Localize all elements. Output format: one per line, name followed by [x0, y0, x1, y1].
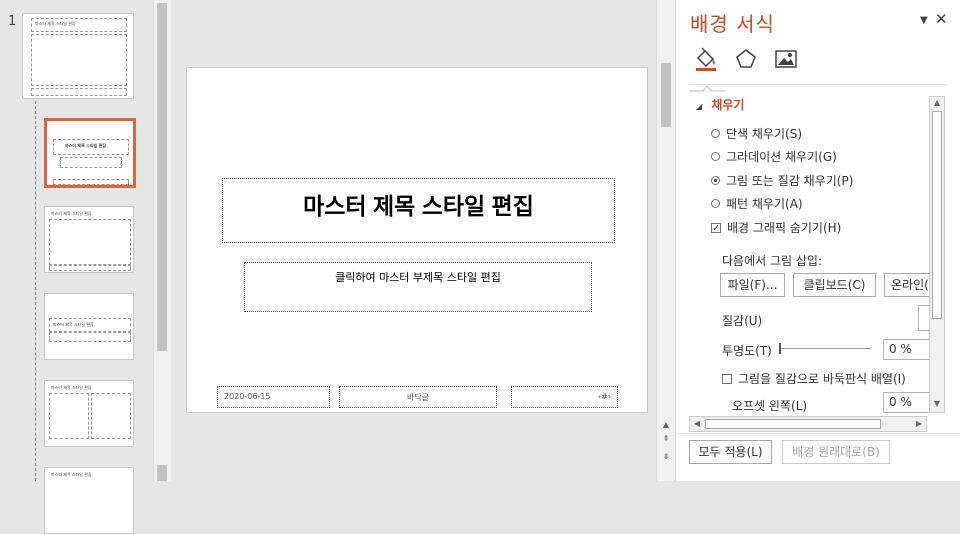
scroll-up-icon[interactable]: ▲: [659, 420, 673, 430]
panel-hscroll-thumb[interactable]: [705, 419, 881, 429]
tile-checkbox[interactable]: [722, 373, 732, 384]
content-thumb-title: 마스터 제목 스타일 편집: [51, 211, 92, 216]
master-thumbnail[interactable]: 마스터 제목 스타일 편집: [22, 13, 134, 99]
slide-title: 마스터 제목 스타일 편집: [303, 193, 534, 219]
pattern-fill-radio[interactable]: [711, 199, 720, 208]
hide-bg-graphics-checkbox[interactable]: ✓: [711, 222, 721, 233]
footer-text: 바닥글: [406, 393, 430, 402]
fill-section-header[interactable]: ◢ 채우기: [696, 96, 744, 113]
panel-scroll-down-icon[interactable]: ▼: [930, 399, 944, 409]
layout-tree-line: [35, 101, 36, 481]
thumbnail-scroll-thumb[interactable]: [157, 3, 167, 351]
tab-divider: [689, 84, 947, 85]
solid-fill-option[interactable]: 단색 채우기(S): [711, 125, 802, 142]
subtitle-placeholder[interactable]: 클릭하여 마스터 부제목 스타일 편집: [244, 262, 592, 312]
date-text: 2020-06-15: [224, 392, 271, 401]
fill-section-label: 채우기: [711, 98, 745, 112]
master-thumb-title: 마스터 제목 스타일 편집: [35, 21, 76, 26]
transparency-slider[interactable]: [779, 343, 871, 354]
collapse-triangle-icon: ◢: [696, 102, 703, 111]
panel-scroll-right-icon[interactable]: ▶: [912, 419, 926, 429]
transparency-slider-handle[interactable]: [779, 343, 781, 354]
texture-label: 질감(U): [722, 314, 763, 328]
comparison-thumb-title: 마스터 제목 스타일 편집: [51, 472, 92, 477]
picture-icon: [775, 50, 797, 68]
picture-fill-option[interactable]: 그림 또는 질감 채우기(P): [711, 172, 853, 189]
fill-tab[interactable]: [693, 46, 719, 72]
section-layout-thumbnail[interactable]: 마스터 제목 스타일 편집: [44, 293, 134, 360]
tile-label: 그림을 질감으로 바둑판식 배열(I): [738, 372, 906, 386]
solid-fill-radio[interactable]: [711, 129, 720, 138]
format-background-panel: 배경 서식 ▼ ✕ ◢ 채우기 단색 채우기(S) 그라데이션 채우기(G) 그…: [675, 0, 960, 481]
pattern-fill-option[interactable]: 패턴 채우기(A): [711, 195, 803, 212]
apply-all-button[interactable]: 모두 적용(L): [689, 440, 772, 464]
slide-number-text: ‹#›: [597, 392, 611, 401]
close-icon[interactable]: ✕: [935, 10, 948, 28]
gradient-fill-label: 그라데이션 채우기(G): [726, 150, 837, 164]
section-thumb-title: 마스터 제목 스타일 편집: [53, 322, 94, 327]
picture-fill-radio[interactable]: [711, 176, 720, 185]
reset-background-button[interactable]: 배경 원래대로(B): [782, 440, 890, 464]
next-slide-icon[interactable]: ⇟: [659, 452, 673, 462]
picture-fill-label: 그림 또는 질감 채우기(P): [726, 174, 854, 188]
footer-divider: [676, 433, 960, 434]
effects-tab[interactable]: [733, 46, 759, 72]
title-layout-thumb-title: 마스터 제목 스타일 편집: [65, 143, 106, 148]
thumbnail-pane: 1 마스터 제목 스타일 편집 마스터 제목 스타일 편집 마스터 제목 스타일…: [0, 0, 172, 534]
picture-tab[interactable]: [773, 46, 799, 72]
slide-number-placeholder[interactable]: ‹#›: [511, 386, 618, 408]
gradient-fill-radio[interactable]: [711, 152, 720, 161]
footer-placeholder[interactable]: 바닥글: [339, 386, 497, 408]
clipboard-button[interactable]: 클립보드(C): [793, 273, 876, 297]
pattern-fill-label: 패턴 채우기(A): [726, 197, 803, 211]
title-placeholder[interactable]: 마스터 제목 스타일 편집: [222, 178, 615, 243]
thumbnail-scroll-thumb-lower[interactable]: [157, 465, 167, 481]
title-layout-thumbnail[interactable]: 마스터 제목 스타일 편집: [44, 118, 136, 188]
hide-bg-graphics-option[interactable]: ✓ 배경 그래픽 숨기기(H): [711, 219, 841, 236]
offset-left-label: 오프셋 왼쪽(L): [732, 399, 808, 413]
panel-hscrollbar[interactable]: ◀ ▶: [689, 416, 927, 432]
panel-scroll-thumb[interactable]: [932, 111, 942, 319]
solid-fill-label: 단색 채우기(S): [726, 127, 802, 141]
master-number: 1: [8, 14, 17, 29]
two-content-thumb-title: 마스터 제목 스타일 편집: [51, 385, 92, 390]
panel-scroll-left-icon[interactable]: ◀: [690, 419, 704, 429]
two-content-layout-thumbnail[interactable]: 마스터 제목 스타일 편집: [44, 380, 134, 447]
transparency-label: 투명도(T): [722, 344, 772, 358]
panel-title: 배경 서식: [690, 12, 775, 36]
content-layout-thumbnail[interactable]: 마스터 제목 스타일 편집: [44, 206, 134, 273]
editor-scroll-thumb[interactable]: [661, 63, 671, 127]
gradient-fill-option[interactable]: 그라데이션 채우기(G): [711, 148, 837, 165]
date-placeholder[interactable]: 2020-06-15: [217, 386, 330, 408]
panel-scrollbar[interactable]: ▲ ▼: [929, 96, 945, 413]
editor-scrollbar[interactable]: ▲ ⇞ ⇟: [656, 0, 675, 481]
chevron-down-icon[interactable]: ▼: [920, 15, 928, 26]
paint-bucket-icon: [696, 47, 716, 71]
tile-option[interactable]: 그림을 질감으로 바둑판식 배열(I): [722, 370, 906, 387]
file-button[interactable]: 파일(F)...: [720, 273, 785, 297]
hide-bg-graphics-label: 배경 그래픽 숨기기(H): [727, 221, 842, 235]
pentagon-icon: [736, 49, 756, 68]
insert-picture-label: 다음에서 그림 삽입:: [722, 254, 822, 268]
comparison-layout-thumbnail[interactable]: 마스터 제목 스타일 편집: [44, 467, 134, 534]
thumbnail-scrollbar[interactable]: [153, 0, 171, 481]
panel-scroll-up-icon[interactable]: ▲: [930, 98, 944, 108]
slide-subtitle: 클릭하여 마스터 부제목 스타일 편집: [335, 271, 501, 284]
slide-canvas[interactable]: 마스터 제목 스타일 편집 클릭하여 마스터 부제목 스타일 편집 2020-0…: [186, 67, 648, 413]
prev-slide-icon[interactable]: ⇞: [659, 434, 673, 444]
